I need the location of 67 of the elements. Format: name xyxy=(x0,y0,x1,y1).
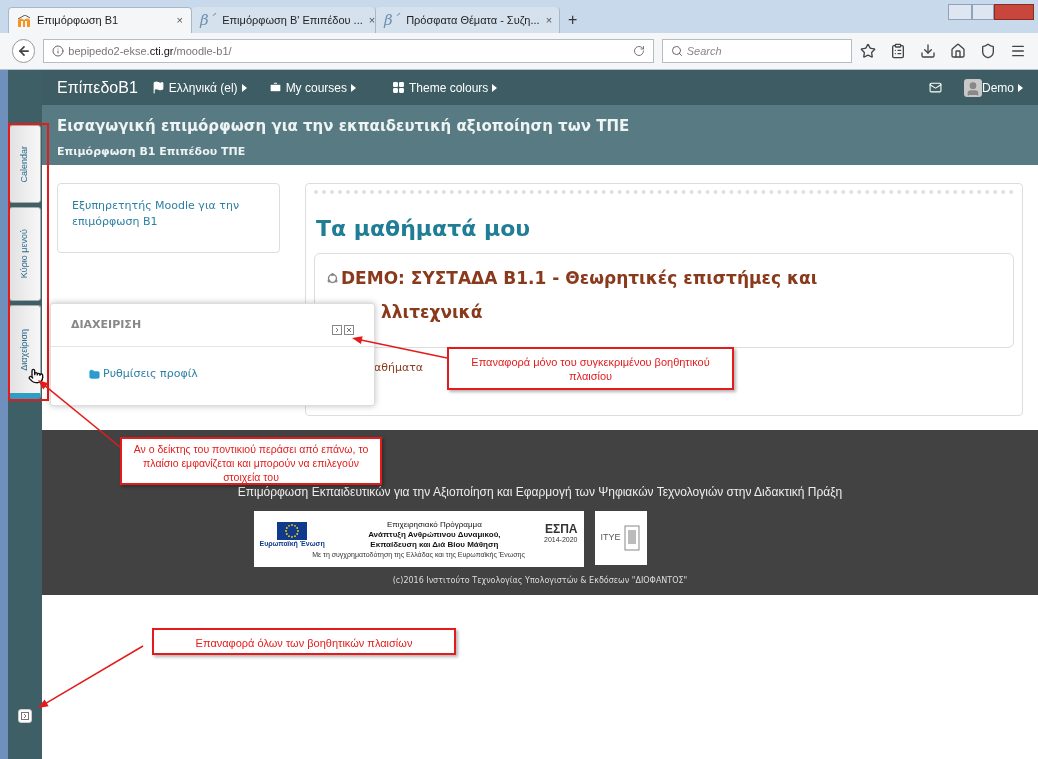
course-title[interactable]: DEMO: ΣΥΣΤΑΔΑ Β1.1 - Θεωρητικές επιστήμες και xyxy=(341,266,818,292)
folder-icon xyxy=(89,368,100,380)
dock-tab[interactable]: Διαχείριση xyxy=(9,305,41,399)
espa-label: ΕΣΠΑ xyxy=(544,523,578,536)
url-text: bepipedo2-ekse.cti.gr/moodle-b1/ xyxy=(68,43,233,59)
user-menu[interactable]: Demo xyxy=(964,78,1023,97)
course-icon xyxy=(327,273,338,285)
site-brand[interactable]: ΕπίπεδοΒ1 xyxy=(57,75,138,100)
restore-all-button[interactable] xyxy=(18,709,32,723)
tab-close-button[interactable]: × xyxy=(545,11,553,29)
site-link[interactable]: Εξυπηρετητής Moodle για την επιμόρφωση Β1 xyxy=(72,198,265,230)
program-line: Επιχειρησιακό Πρόγραμμα xyxy=(386,519,482,530)
shield-icon[interactable] xyxy=(980,43,996,59)
dock-tab[interactable]: Calendar xyxy=(9,125,41,203)
annotation-callout: Επαναφορά όλων των βοηθητικών πλαισίων xyxy=(152,628,456,655)
browser-tab[interactable]: β΄ Επιμόρφωση Β' Επιπέδου ... × xyxy=(192,7,376,33)
footer-text: Επιμόρφωση Εκπαιδευτικών για την Αξιοποίηση και Εφαρμογή των Ψηφιακών Τεχνολογιών στην Διδακτική Πράξη xyxy=(237,484,843,501)
popup-title: ΔΙΑΧΕΙΡΙΣΗ xyxy=(71,316,143,333)
tab-close-button[interactable]: × xyxy=(176,12,183,29)
clipboard-icon[interactable] xyxy=(890,43,906,59)
search-icon xyxy=(670,45,683,57)
avatar-icon xyxy=(964,78,982,97)
address-field[interactable]: bepipedo2-ekse.cti.gr/moodle-b1/ xyxy=(43,39,654,63)
dock-tab[interactable]: Κύριο μενού xyxy=(9,207,41,301)
home-icon[interactable] xyxy=(950,43,966,59)
bookmark-star-icon[interactable] xyxy=(860,43,876,59)
undock-button[interactable] xyxy=(332,325,342,335)
annotation-callout: Αν ο δείκτης του ποντικιού περάσει από επάνω, το πλαίσιο εμφανίζεται και μπορούν να επιλεγούν στοιχεία του xyxy=(120,437,382,485)
moodle-logo-icon xyxy=(17,14,31,27)
caret-icon xyxy=(1018,83,1023,92)
tab-glyph-icon: β΄ xyxy=(384,12,401,28)
tab-close-button[interactable]: × xyxy=(368,11,376,29)
page-title: Εισαγωγική επιμόρφωση για την εκπαιδευτική αξιοποίηση των ΤΠΕ xyxy=(57,116,631,137)
search-field[interactable]: Search xyxy=(661,39,852,63)
back-button[interactable] xyxy=(12,39,36,63)
popup-menu-item[interactable]: Ρυθμίσεις προφίλ xyxy=(51,366,374,383)
course-title[interactable]: λλιτεχνικά xyxy=(381,299,483,325)
reload-icon[interactable] xyxy=(632,45,645,57)
program-line: Ανάπτυξη Ανθρώπινου Δυναμικού, xyxy=(368,529,501,540)
download-icon[interactable] xyxy=(920,43,936,59)
nav-menu[interactable]: Ελληνικά (el) xyxy=(151,78,247,97)
program-line: Εκπαίδευση και Διά Βίου Μάθηση xyxy=(370,539,499,550)
eu-flag-icon xyxy=(277,521,308,540)
caret-icon xyxy=(241,83,247,92)
grid-icon xyxy=(392,81,405,94)
briefcase-icon xyxy=(268,81,282,94)
nav-menu[interactable]: My courses xyxy=(268,78,356,97)
menu-icon[interactable] xyxy=(1010,43,1026,59)
back-arrow-icon xyxy=(16,44,31,58)
close-block-button[interactable] xyxy=(344,325,354,335)
browser-tab[interactable]: β΄ Πρόσφατα Θέματα - Συζη... × xyxy=(376,7,560,33)
my-courses-heading: Τα μαθήματά μου xyxy=(316,215,532,243)
info-icon xyxy=(52,45,65,57)
all-courses-link[interactable]: αθήματα xyxy=(374,360,424,377)
building-icon xyxy=(622,524,641,552)
new-tab-button[interactable]: + xyxy=(560,7,586,33)
messages-icon[interactable] xyxy=(929,81,942,94)
copyright-text: (c)2016 Ινστιτούτο Τεχνολογίας Υπολογιστών & Εκδόσεων "ΔΙΟΦΑΝΤΟΣ" xyxy=(392,575,688,587)
page-subtitle: Επιμόρφωση Β1 Επιπέδου ΤΠΕ xyxy=(57,143,247,160)
caret-icon xyxy=(492,83,498,92)
caret-icon xyxy=(351,83,356,92)
annotation-callout: Επαναφορά μόνο του συγκεκριμένου βοηθητικού πλαισίου xyxy=(447,347,734,390)
flag-icon xyxy=(151,81,165,94)
itye-label: ΙΤΥΕ xyxy=(600,531,621,545)
nav-menu[interactable]: Theme colours xyxy=(392,78,498,97)
tab-glyph-icon: β΄ xyxy=(200,12,217,28)
browser-tab[interactable]: Επιμόρφωση Β1 × xyxy=(8,7,192,33)
